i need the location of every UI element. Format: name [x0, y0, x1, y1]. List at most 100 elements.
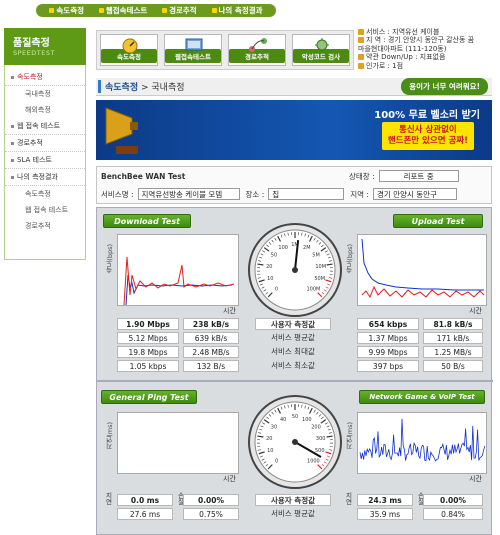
- ping-gauge-tick-label: 40: [280, 417, 286, 423]
- speed-gauge-hub: [292, 267, 298, 273]
- status-label: 상태창 :: [349, 171, 375, 181]
- speed-gauge-tick-label: 10: [267, 276, 273, 282]
- sidebar-item-label: 웹 접속 테스트: [25, 206, 69, 214]
- page-titlebar: 속도측정 > 국내측정 용이가 너무 여려워요!: [96, 78, 492, 96]
- topnav-item-results[interactable]: 나의 측정결과: [211, 5, 263, 16]
- banner-callout: 통신사 상관없이 핸드폰만 있으면 공짜!: [381, 122, 474, 150]
- gramophone-icon: [105, 107, 138, 154]
- topnav-item-speed[interactable]: 속도측정: [49, 5, 84, 16]
- breadcrumb-separator: >: [138, 83, 152, 93]
- ping-delay-label: 지연: [104, 492, 112, 505]
- region-field[interactable]: 경기 안양시 동안구: [372, 188, 457, 200]
- mid-avg-label: 서비스 평균값: [271, 509, 315, 518]
- sidebar-menu: 속도측정 국내측정 해외측정 웹 접속 테스트 경로추적 SLA 테스트 나의 측정결과 속도…: [4, 65, 86, 260]
- speed-gauge-tick-label: 0: [275, 286, 278, 292]
- ping-gauge-tick-label: 0: [275, 458, 278, 464]
- sidebar-header: 품질측정 SPEEDTEST: [4, 28, 86, 65]
- sidebar-item[interactable]: 해외측정: [5, 102, 85, 118]
- bullet-icon: [98, 8, 104, 13]
- place-field[interactable]: 집: [268, 188, 345, 200]
- place-label: 장소 :: [245, 189, 265, 199]
- sidebar-item[interactable]: 국내측정: [5, 86, 85, 102]
- speed-gauge: 0102050100 1M 2M5M10M50M100M: [248, 223, 342, 317]
- ad-banner[interactable]: 100% 무료 벨소리 받기 통신사 상관없이 핸드폰만 있으면 공짜!: [96, 100, 492, 160]
- download-value: 639 kB/s: [183, 332, 239, 344]
- download-y-axis-label: 속도(bps): [106, 244, 114, 274]
- bullet-icon: [49, 8, 55, 13]
- topnav-item-web[interactable]: 웹접속테스트: [98, 5, 148, 16]
- download-value: 1.05 kbps: [117, 360, 179, 372]
- plan-icon: [358, 54, 364, 61]
- ping-gauge-tick-label: 300: [316, 436, 326, 442]
- bullet-icon: [11, 158, 14, 162]
- speed-gauge-tick-label: 10M: [315, 264, 326, 270]
- route-icon: [249, 38, 267, 52]
- download-value: 2.48 MB/s: [183, 346, 239, 358]
- ping-x-axis-label: 시간: [223, 475, 236, 483]
- sidebar-item-label: 해외측정: [25, 106, 51, 114]
- top-nav: 속도측정 웹접속테스트 경로추적 나의 측정결과: [36, 4, 276, 17]
- info-region2: 마을현대아파트 (111-120동): [358, 44, 447, 53]
- info-region: 지 역 : 경기 안양시 동안구 갈산동 꿈: [366, 36, 475, 45]
- topnav-label: 웹접속테스트: [105, 6, 148, 15]
- feature-speed-button[interactable]: 속도측정: [100, 34, 158, 66]
- upload-test-button[interactable]: Upload Test: [393, 214, 483, 228]
- test-info-panel: BenchBee WAN Test 상태창 : 리포트 중 서비스명 : 지역유…: [96, 166, 492, 204]
- game-y-axis-label: 지연(ms): [346, 422, 354, 450]
- sidebar-item[interactable]: 웹 접속 테스트: [5, 202, 85, 218]
- upload-value: 171 kB/s: [423, 332, 483, 344]
- ping-gauge-tick-label: 30: [271, 425, 277, 431]
- topnav-item-route[interactable]: 경로추적: [162, 5, 197, 16]
- sidebar-item[interactable]: 나의 측정결과: [5, 169, 85, 186]
- ping-value: 0.75%: [183, 508, 239, 520]
- sidebar-item[interactable]: 속도측정: [5, 186, 85, 202]
- game-value: 0.84%: [423, 508, 483, 520]
- game-chart: [357, 412, 487, 474]
- download-test-button[interactable]: Download Test: [103, 214, 191, 228]
- ping-gauge-tick-label: 50: [292, 414, 298, 420]
- region-label: 지역 :: [350, 189, 369, 199]
- sidebar-subtitle: SPEEDTEST: [13, 49, 55, 57]
- line-info: 서비스 : 지역유선 케이블 지 역 : 경기 안양시 동안구 갈산동 꿈 마을…: [358, 28, 498, 70]
- bullet-icon: [11, 124, 14, 128]
- download-x-axis-label: 시간: [223, 307, 236, 315]
- feature-route-button[interactable]: 경로추적: [228, 34, 286, 66]
- slow-report-button[interactable]: 용이가 너무 여려워요!: [401, 78, 488, 95]
- upload-graph: [361, 238, 485, 299]
- feature-web-button[interactable]: 웹접속테스트: [164, 34, 222, 66]
- sidebar-item[interactable]: 속도측정: [5, 69, 85, 86]
- sidebar-item[interactable]: 웹 접속 테스트: [5, 118, 85, 135]
- game-voip-test-button[interactable]: Network Game & VoIP Test: [359, 390, 485, 404]
- sidebar-item-label: 국내측정: [25, 90, 51, 98]
- region-icon: [358, 37, 364, 44]
- upload-value: 397 bps: [357, 360, 419, 372]
- game-series: [359, 418, 486, 462]
- sidebar: 품질측정 SPEEDTEST 속도측정 국내측정 해외측정 웹 접속 테스트 경로추적 S…: [4, 28, 86, 535]
- topnav-label: 속도측정: [56, 6, 85, 15]
- sidebar-item[interactable]: 경로추적: [5, 218, 85, 234]
- breadcrumb-section[interactable]: 속도측정: [105, 83, 138, 93]
- upload-x-axis-label: 시간: [469, 307, 482, 315]
- game-x-axis-label: 시간: [469, 475, 482, 483]
- ping-test-button[interactable]: General Ping Test: [101, 390, 197, 404]
- sidebar-item-label: 경로추적: [25, 222, 51, 230]
- banner-line1: 무료 벨소리 받기: [405, 110, 480, 121]
- game-delay-label: 지연: [344, 492, 352, 505]
- ping-value: 27.6 ms: [117, 508, 173, 520]
- sidebar-item[interactable]: SLA 테스트: [5, 152, 85, 169]
- section-divider: [97, 380, 493, 382]
- sidebar-item-label: 나의 측정결과: [17, 173, 58, 181]
- upload-value: 1.37 Mbps: [357, 332, 419, 344]
- speed-gauge-tick-label: 100M: [306, 286, 320, 292]
- service-name-field[interactable]: 지역유선방송 케이블 모뎀: [137, 188, 240, 200]
- ping-gauge-tick-label: 10: [267, 448, 273, 454]
- status-value: 리포트 중: [378, 170, 459, 182]
- download-value: 19.8 Mbps: [117, 346, 179, 358]
- sidebar-item[interactable]: 경로추적: [5, 135, 85, 152]
- info-service: 서비스 : 지역유선 케이블: [366, 28, 440, 36]
- download-value: 1.90 Mbps: [117, 318, 179, 330]
- mid-user-header: 사용자 측정값: [255, 318, 331, 330]
- speed-gauge-tick-label: 2M: [303, 245, 311, 251]
- feature-virus-button[interactable]: 악성코드 검사: [292, 34, 350, 66]
- mid-max-label: 서비스 최대값: [271, 347, 315, 356]
